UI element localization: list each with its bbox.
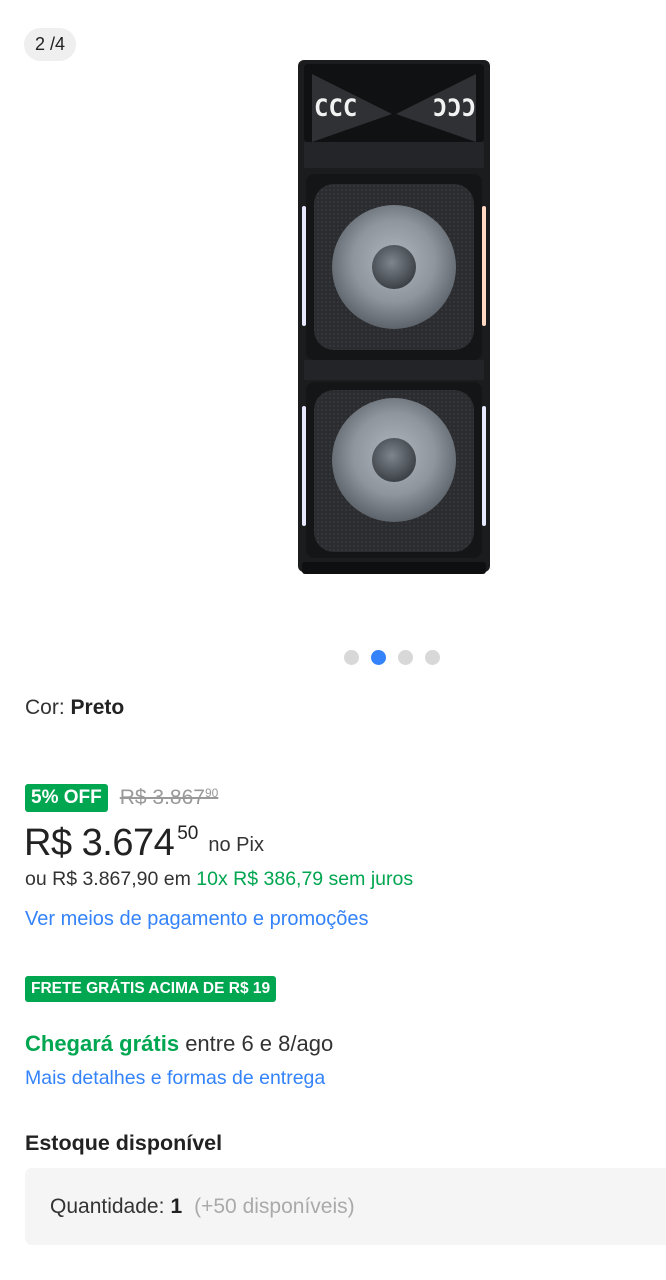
installments-prefix: ou R$ 3.867,90 em <box>25 868 191 890</box>
price-cents: 50 <box>177 823 199 844</box>
free-shipping-badge: FRETE GRÁTIS ACIMA DE R$ 19 <box>25 976 277 1002</box>
color-label: Cor: <box>25 696 65 719</box>
carousel-dot[interactable] <box>425 650 440 665</box>
installments-info: ou R$ 3.867,90 em 10x R$ 386,79 sem juro… <box>25 868 413 891</box>
delivery-info: Chegará grátis entre 6 e 8/ago <box>25 1031 333 1057</box>
svg-text:CCC: CCC <box>433 94 476 122</box>
discount-badge: 5% OFF <box>25 784 108 812</box>
arrival-dates: entre 6 e 8/ago <box>185 1031 334 1056</box>
carousel-dot[interactable] <box>398 650 413 665</box>
color-value: Preto <box>70 696 125 719</box>
carousel-dot-active[interactable] <box>371 650 386 665</box>
price-integer: R$ 3.674 <box>24 822 175 864</box>
quantity-label: Quantidade: <box>50 1194 165 1218</box>
quantity-selector[interactable]: Quantidade: 1 (+50 disponíveis) <box>25 1168 666 1245</box>
image-counter: 2 /4 <box>24 28 77 61</box>
quantity-value: 1 <box>170 1194 183 1218</box>
payment-methods-link[interactable]: Ver meios de pagamento e promoções <box>25 908 369 931</box>
delivery-details-link[interactable]: Mais detalhes e formas de entrega <box>25 1067 325 1090</box>
product-image[interactable]: CCC CCC <box>292 56 496 584</box>
price-method: no Pix <box>208 834 264 856</box>
old-price: R$ 3.86790 <box>120 786 219 810</box>
installments-highlight: 10x R$ 386,79 sem juros <box>196 868 414 890</box>
svg-text:CCC: CCC <box>314 94 357 122</box>
offer-row: 5% OFF R$ 3.86790 <box>25 784 218 812</box>
old-price-int: R$ 3.867 <box>119 786 205 809</box>
current-price: R$ 3.674 50 no Pix <box>24 820 264 866</box>
arrival-highlight: Chegará grátis <box>25 1031 180 1056</box>
quantity-available: (+50 disponíveis) <box>194 1194 355 1218</box>
color-selector[interactable]: Cor: Preto <box>25 696 124 720</box>
carousel-dot[interactable] <box>344 650 359 665</box>
old-price-cents: 90 <box>204 786 219 800</box>
stock-title: Estoque disponível <box>25 1131 223 1155</box>
carousel-dots <box>344 650 440 665</box>
